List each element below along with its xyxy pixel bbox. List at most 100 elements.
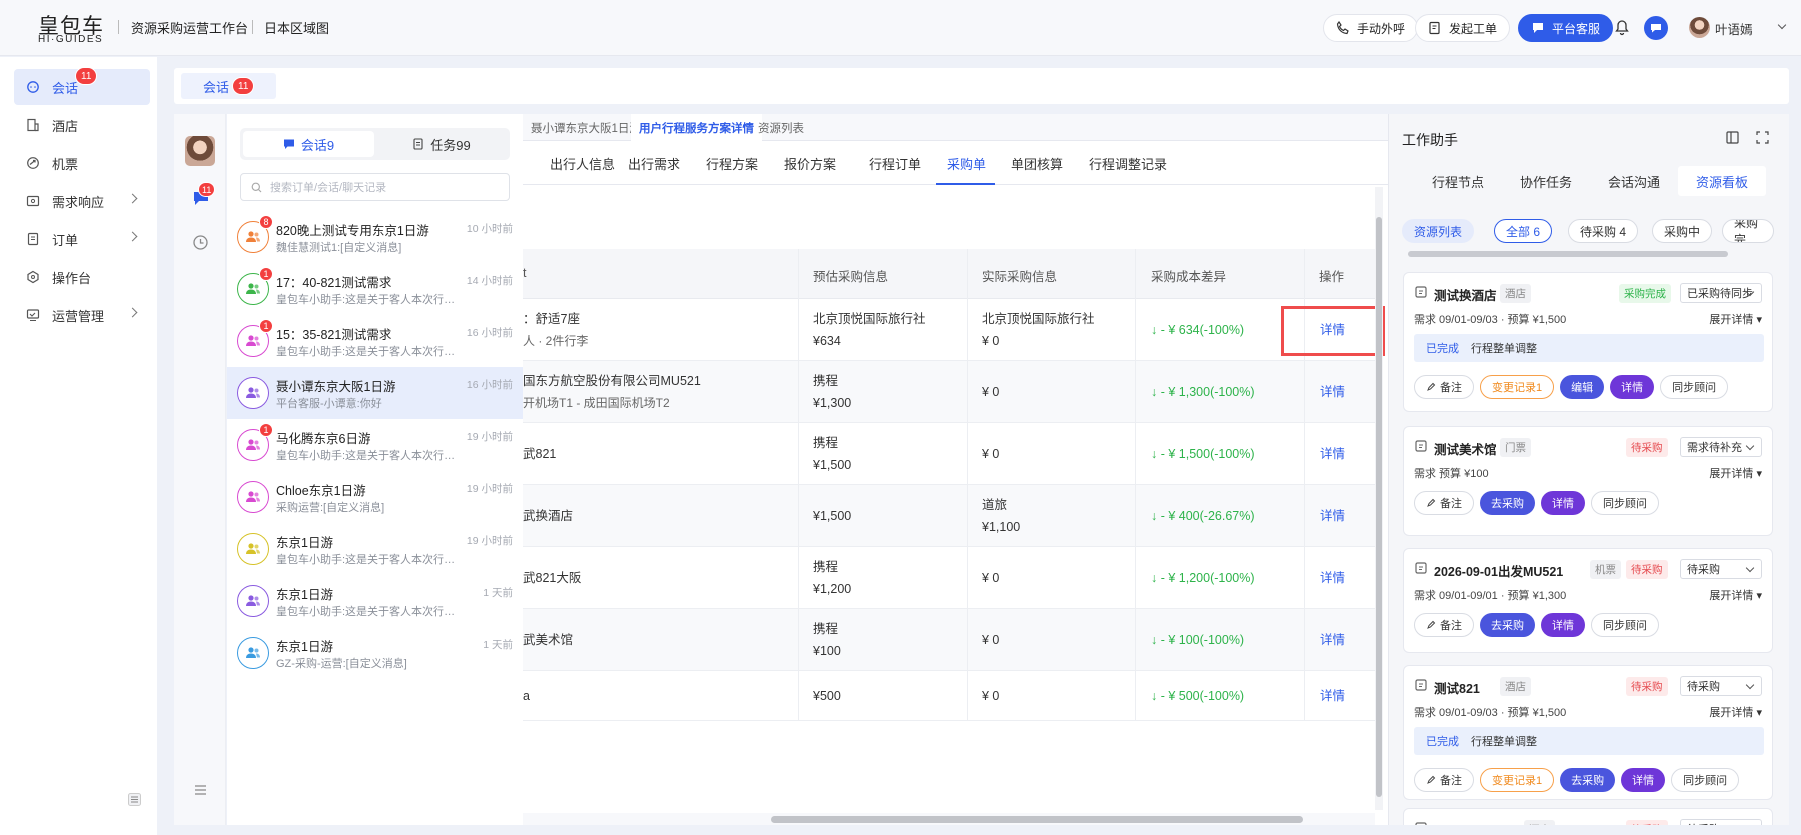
- history-clock-icon[interactable]: [192, 234, 209, 251]
- tab-trip-order[interactable]: 行程订单: [869, 154, 921, 173]
- sidebar-item-console[interactable]: 操作台: [14, 259, 150, 295]
- tab-resource-board[interactable]: 资源看板: [1678, 166, 1767, 196]
- collapse-sidebar-icon[interactable]: [128, 793, 141, 806]
- detail-link[interactable]: 详情: [1320, 629, 1345, 651]
- status-select[interactable]: 已采购待同步: [1680, 283, 1762, 303]
- status-select[interactable]: 需求待补充: [1680, 437, 1762, 457]
- chat-segment[interactable]: 会话9: [243, 131, 374, 157]
- tab-collab-tasks[interactable]: 协作任务: [1502, 166, 1590, 196]
- chat-list-item[interactable]: 东京1日游 皇包车小助手:这是关于客人本次行程的协... 1 天前: [227, 575, 523, 627]
- card-action-button[interactable]: 详情: [1541, 491, 1585, 515]
- chip-pending[interactable]: 待采购 4: [1568, 219, 1639, 243]
- chip-all[interactable]: 全部 6: [1494, 219, 1553, 243]
- chip-scrollbar[interactable]: [1402, 250, 1772, 258]
- sidebar-item-hotel[interactable]: 酒店: [14, 107, 150, 143]
- region-link[interactable]: 日本区域图: [264, 18, 329, 37]
- chat-search-input[interactable]: 搜索订单/会话/聊天记录: [240, 173, 510, 201]
- manual-call-button[interactable]: 手动外呼: [1323, 14, 1419, 42]
- chat-list-item[interactable]: 聂小谭东京大阪1日游 平台客服-小谭意:你好 16 小时前: [227, 367, 523, 419]
- subtab-resource-list[interactable]: 资源列表: [750, 114, 812, 141]
- sidebar-item-chat[interactable]: 会话 11: [14, 67, 150, 105]
- cost-diff: ↓ - ¥ 100(-100%): [1151, 633, 1245, 647]
- expand-details-toggle[interactable]: 展开详情 ▾: [1709, 587, 1762, 603]
- tab-chat-comm[interactable]: 会话沟通: [1590, 166, 1678, 196]
- chevron-down-icon[interactable]: [1777, 20, 1787, 30]
- agent-avatar[interactable]: [185, 136, 215, 166]
- expand-details-toggle[interactable]: 展开详情 ▾: [1709, 704, 1762, 720]
- card-action-button[interactable]: 去采购: [1480, 613, 1535, 637]
- platform-service-button[interactable]: 平台客服: [1518, 14, 1614, 42]
- card-action-button[interactable]: 变更记录1: [1480, 768, 1555, 792]
- chat-segment-label: 会话9: [300, 137, 335, 153]
- card-action-button[interactable]: 详情: [1621, 768, 1666, 792]
- fullscreen-icon[interactable]: [1756, 131, 1769, 144]
- chat-list-item[interactable]: Chloe东京1日游 采购运营:[自定义消息] 19 小时前: [227, 471, 523, 523]
- card-action-button[interactable]: 同步顾问: [1671, 768, 1740, 792]
- tab-accounting[interactable]: 单团核算: [1011, 154, 1063, 173]
- detail-link[interactable]: 详情: [1320, 505, 1345, 527]
- chat-list-item[interactable]: 8 820晚上测试专用东京1日游 魏佳慧测试1:[自定义消息] 10 小时前: [227, 211, 523, 263]
- tab-trip-nodes[interactable]: 行程节点: [1414, 166, 1502, 196]
- subtab-service-plan[interactable]: 用户行程服务方案详情: [631, 114, 762, 141]
- card-action-button[interactable]: 变更记录1: [1480, 375, 1555, 399]
- split-view-icon[interactable]: [1726, 131, 1739, 144]
- chat-list-item[interactable]: 1 17：40-821测试需求 皇包车小助手:这是关于客人本次行程... 14 小…: [227, 263, 523, 315]
- resource-name: 武821: [523, 447, 557, 461]
- status-badge: 待采购: [1626, 820, 1668, 825]
- chat-list-item[interactable]: 东京1日游 GZ-采购-运营:[自定义消息] 1 天前: [227, 627, 523, 679]
- chip-resource-list[interactable]: 资源列表: [1402, 219, 1475, 243]
- tab-chat[interactable]: 会话 11: [181, 73, 277, 99]
- card-action-button[interactable]: 备注: [1414, 491, 1474, 515]
- card-action-button[interactable]: 去采购: [1480, 491, 1535, 515]
- chat-list-item[interactable]: 东京1日游 皇包车小助手:这是关于客人本次行程... 19 小时前: [227, 523, 523, 575]
- tab-purchase-order[interactable]: 采购单: [947, 154, 986, 173]
- status-select[interactable]: 待采购: [1680, 819, 1762, 825]
- sidebar-item-flight[interactable]: 机票: [14, 145, 150, 181]
- detail-link[interactable]: 详情: [1320, 567, 1345, 589]
- expand-details-toggle[interactable]: 展开详情 ▾: [1709, 465, 1762, 481]
- workspace-link[interactable]: 资源采购运营工作台: [131, 18, 248, 37]
- expand-details-toggle[interactable]: 展开详情 ▾: [1709, 311, 1762, 327]
- card-action-button[interactable]: 编辑: [1560, 375, 1605, 399]
- tab-adjust-log[interactable]: 行程调整记录: [1089, 154, 1167, 173]
- create-ticket-button[interactable]: 发起工单: [1415, 14, 1511, 42]
- card-action-button[interactable]: 详情: [1541, 613, 1585, 637]
- table-row: 国东方航空股份有限公司MU521 开机场T1 - 成田国际机场T2 携程 ¥1,300…: [523, 361, 1377, 423]
- card-action-button[interactable]: 去采购: [1560, 768, 1616, 792]
- chat-list-item[interactable]: 1 15：35-821测试需求 皇包车小助手:这是关于客人本次行程... 16 小…: [227, 315, 523, 367]
- tab-travelers[interactable]: 出行人信息: [550, 154, 615, 173]
- chip-purchased[interactable]: 采购完: [1722, 219, 1774, 243]
- bell-icon[interactable]: [1614, 19, 1630, 36]
- menu-icon[interactable]: [194, 784, 207, 796]
- card-action-button[interactable]: 同步顾问: [1591, 491, 1659, 515]
- card-action-button[interactable]: 备注: [1414, 613, 1474, 637]
- sidebar-item-demand[interactable]: 需求响应: [14, 183, 150, 219]
- detail-link[interactable]: 详情: [1320, 443, 1345, 465]
- tab-requirements[interactable]: 出行需求: [628, 154, 680, 173]
- detail-link[interactable]: 详情: [1320, 685, 1345, 707]
- sidebar-item-order[interactable]: 订单: [14, 221, 150, 257]
- task-segment[interactable]: 任务99: [376, 131, 507, 157]
- vertical-scrollbar[interactable]: [1375, 187, 1383, 810]
- chat-list-item[interactable]: 1 马化腾东京6日游 皇包车小助手:这是关于客人本次行程... 19 小时前: [227, 419, 523, 471]
- status-select[interactable]: 待采购: [1680, 559, 1762, 579]
- chip-purchasing[interactable]: 采购中: [1652, 219, 1713, 243]
- table-row: a ¥500 ¥ 0 ↓ - ¥ 500(-100%) 详情: [523, 671, 1377, 721]
- card-action-button[interactable]: 同步顾问: [1660, 375, 1729, 399]
- resource-name: 测试美术馆: [1434, 443, 1497, 457]
- tab-quote[interactable]: 报价方案: [784, 154, 836, 173]
- status-select[interactable]: 待采购: [1680, 676, 1762, 696]
- card-action-button[interactable]: 同步顾问: [1591, 613, 1659, 637]
- card-action-button[interactable]: 备注: [1414, 375, 1474, 399]
- user-avatar[interactable]: [1689, 17, 1710, 38]
- card-action-button[interactable]: 详情: [1610, 375, 1655, 399]
- detail-link[interactable]: 详情: [1320, 381, 1345, 403]
- message-center-icon[interactable]: [1644, 16, 1668, 40]
- sidebar-item-operation[interactable]: 运营管理: [14, 297, 150, 333]
- tab-itinerary[interactable]: 行程方案: [706, 154, 758, 173]
- chat-title: 东京1日游: [276, 588, 333, 602]
- horizontal-scrollbar[interactable]: [523, 813, 1375, 825]
- sidebar-item-label: 需求响应: [52, 194, 105, 210]
- card-action-button[interactable]: 备注: [1414, 768, 1474, 792]
- user-name[interactable]: 叶语嫣: [1715, 19, 1753, 38]
